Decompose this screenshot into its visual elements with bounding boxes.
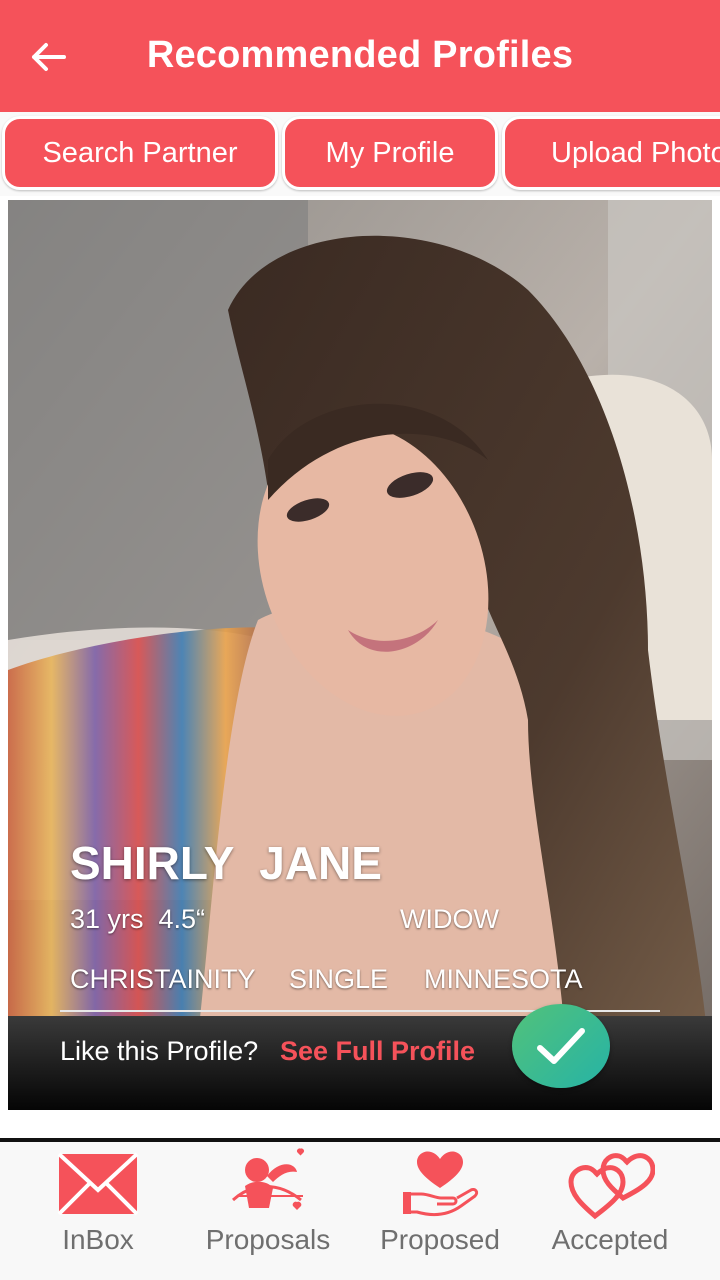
like-bar: Like this Profile? See Full Profile — [8, 1004, 712, 1110]
profile-religion: CHRISTAINITY — [70, 964, 256, 994]
nav-proposed-label: Proposed — [380, 1224, 500, 1255]
envelope-icon — [57, 1152, 139, 1216]
profile-card[interactable]: SHIRLY JANE 31 yrs 4.5“ WIDOW CHRISTAINI… — [8, 200, 712, 1110]
page-title: Recommended Profiles — [146, 34, 574, 76]
profile-status: SINGLE — [289, 964, 389, 994]
checkmark-icon — [537, 1028, 585, 1064]
nav-accepted-label: Accepted — [551, 1224, 669, 1255]
heart-hand-icon — [403, 1151, 479, 1216]
app-bar: Recommended Profiles — [0, 0, 720, 112]
profile-location: MINNESOTA — [424, 964, 583, 994]
profile-age-height: 31 yrs 4.5“ — [70, 904, 206, 934]
see-full-profile-link[interactable]: See Full Profile — [280, 1036, 475, 1067]
cupid-icon — [231, 1148, 304, 1210]
tab-my-profile[interactable]: My Profile — [282, 116, 498, 190]
profile-name: SHIRLY JANE — [70, 837, 382, 889]
profile-marital-status: WIDOW — [400, 904, 499, 934]
bottom-nav: InBox Proposals Proposed Accepted — [0, 1142, 720, 1280]
nav-proposals[interactable]: Proposals — [178, 1142, 358, 1280]
tab-upload-photo[interactable]: Upload Photo — [502, 116, 720, 190]
tab-strip: Search Partner My Profile Upload Photo — [0, 112, 720, 196]
nav-proposals-label: Proposals — [205, 1224, 331, 1255]
profile-info: SHIRLY JANE 31 yrs 4.5“ WIDOW CHRISTAINI… — [8, 200, 712, 1110]
double-heart-icon — [568, 1153, 655, 1220]
nav-inbox[interactable]: InBox — [8, 1142, 188, 1280]
nav-proposed[interactable]: Proposed — [350, 1142, 530, 1280]
nav-inbox-label: InBox — [62, 1224, 134, 1255]
like-question: Like this Profile? — [60, 1036, 259, 1066]
like-button[interactable] — [512, 1004, 610, 1088]
tab-search-partner[interactable]: Search Partner — [2, 116, 278, 190]
nav-accepted[interactable]: Accepted — [520, 1142, 700, 1280]
